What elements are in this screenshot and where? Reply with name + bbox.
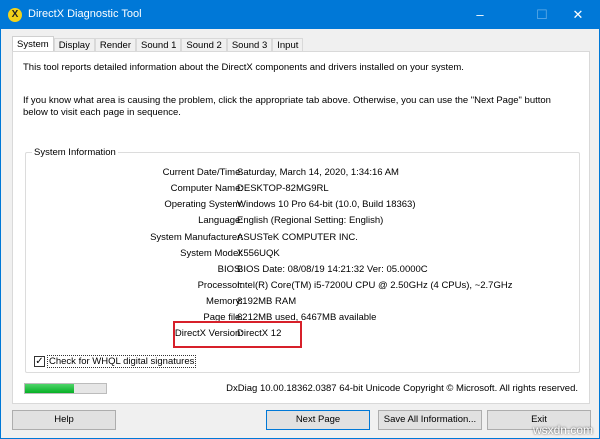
maximize-button[interactable]: ☐ — [527, 5, 557, 25]
info-row: Language: English (Regional Setting: Engl… — [26, 215, 581, 229]
info-value: X556UQK — [237, 248, 280, 259]
info-row: Operating System: Windows 10 Pro 64-bit (… — [26, 199, 581, 213]
tab-sound-3[interactable]: Sound 3 — [226, 38, 273, 52]
copyright-text: DxDiag 10.00.18362.0387 64-bit Unicode C… — [226, 383, 578, 394]
info-label: Computer Name: — [170, 183, 243, 194]
info-value: 8192MB RAM — [237, 296, 297, 307]
whql-label[interactable]: Check for WHQL digital signatures — [47, 355, 197, 368]
info-row: Current Date/Time: Saturday, March 14, 20… — [26, 167, 581, 181]
info-row-directx-version: DirectX Version: DirectX 12 — [26, 328, 581, 342]
info-value: Windows 10 Pro 64-bit (10.0, Build 18363… — [237, 199, 416, 210]
info-row: Memory: 8192MB RAM — [26, 296, 581, 310]
info-row: System Model: X556UQK — [26, 248, 581, 262]
tab-sound-1[interactable]: Sound 1 — [136, 38, 182, 52]
info-row: Computer Name: DESKTOP-82MG9RL — [26, 183, 581, 197]
help-button[interactable]: Help — [12, 410, 116, 430]
info-label: System Model: — [180, 248, 243, 259]
intro-text: This tool reports detailed information a… — [23, 62, 464, 73]
info-row: Page file: 6212MB used, 6467MB available — [26, 312, 581, 326]
progress-bar — [24, 383, 107, 394]
info-value: English (Regional Setting: English) — [237, 215, 384, 226]
info-value: ASUSTeK COMPUTER INC. — [237, 232, 358, 243]
tab-render[interactable]: Render — [94, 38, 137, 52]
highlight-box — [173, 321, 302, 348]
directx-logo-icon: X — [8, 8, 22, 22]
info-value: Saturday, March 14, 2020, 1:34:16 AM — [237, 167, 399, 178]
progress-fill — [25, 384, 74, 393]
info-value: BIOS Date: 08/08/19 14:21:32 Ver: 05.000… — [237, 264, 428, 275]
checkmark-icon[interactable]: ✓ — [34, 356, 45, 367]
window-title: DirectX Diagnostic Tool — [28, 8, 142, 20]
system-tab-panel: This tool reports detailed information a… — [12, 51, 590, 404]
info-label: Current Date/Time: — [162, 167, 243, 178]
next-page-button[interactable]: Next Page — [266, 410, 370, 430]
group-title: System Information — [32, 147, 118, 158]
info-label: System Manufacturer: — [150, 232, 243, 243]
tab-sound-2[interactable]: Sound 2 — [181, 38, 227, 52]
info-row: BIOS: BIOS Date: 08/08/19 14:21:32 Ver: 0… — [26, 264, 581, 278]
close-button[interactable]: ✕ — [563, 5, 593, 25]
save-all-information-button[interactable]: Save All Information... — [378, 410, 482, 430]
system-information-group: System Information Current Date/Time: Sat… — [25, 147, 581, 373]
info-row: System Manufacturer: ASUSTeK COMPUTER INC… — [26, 232, 581, 246]
tab-input[interactable]: Input — [272, 38, 304, 52]
info-label: Operating System: — [164, 199, 243, 210]
watermark: wsxdn.com — [532, 423, 593, 437]
info-value: Intel(R) Core(TM) i5-7200U CPU @ 2.50GHz… — [237, 280, 513, 291]
info-value: DESKTOP-82MG9RL — [237, 183, 329, 194]
dxdiag-window: X DirectX Diagnostic Tool – ☐ ✕ System D… — [0, 0, 600, 439]
tab-system[interactable]: System — [12, 36, 54, 52]
minimize-button[interactable]: – — [465, 5, 495, 25]
whql-checkbox[interactable]: ✓ Check for WHQL digital signatures — [34, 355, 197, 368]
title-bar: X DirectX Diagnostic Tool – ☐ ✕ — [1, 1, 599, 29]
info-row: Processor: Intel(R) Core(TM) i5-7200U CPU… — [26, 280, 581, 294]
tab-display[interactable]: Display — [53, 38, 95, 52]
tab-bar: System Display Render Sound 1 Sound 2 So… — [12, 36, 304, 52]
hint-text: If you know what area is causing the pro… — [23, 95, 551, 118]
